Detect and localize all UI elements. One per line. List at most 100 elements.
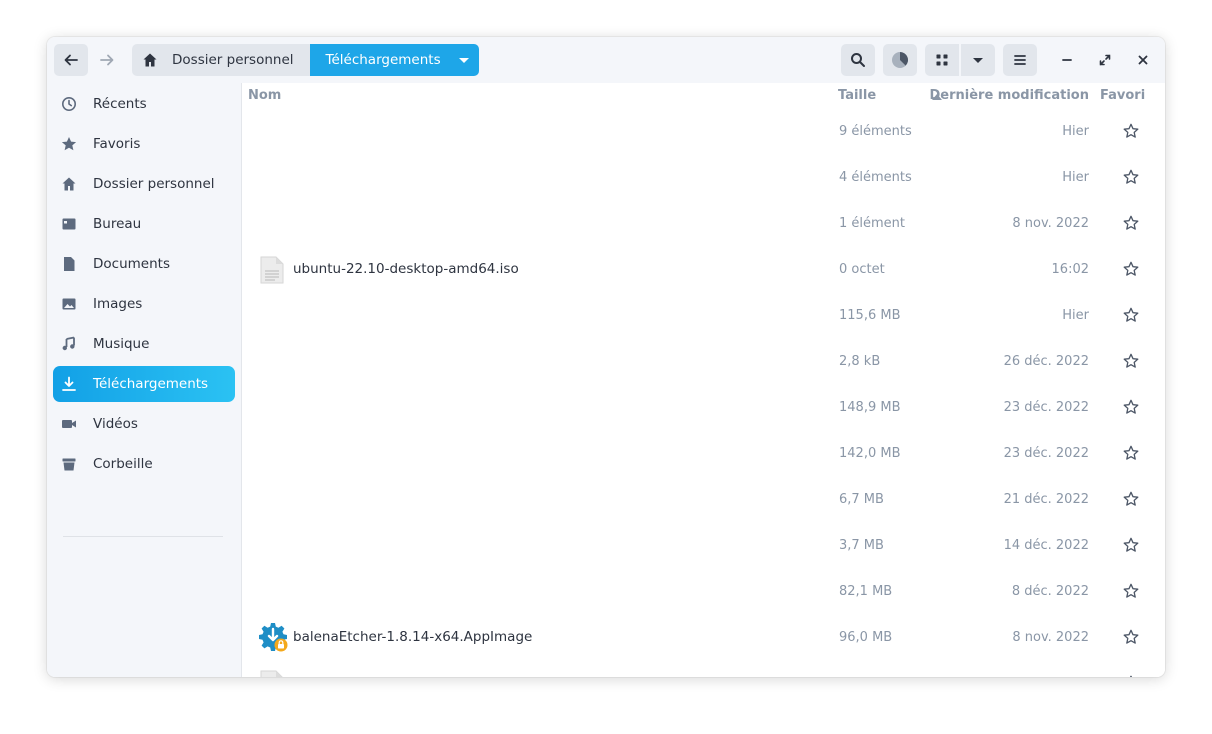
table-row[interactable] (242, 660, 1165, 677)
sidebar-item-documents[interactable]: Documents (53, 246, 235, 282)
file-modified: 8 nov. 2022 (1012, 629, 1089, 645)
file-modified: 23 déc. 2022 (1003, 445, 1089, 461)
table-row[interactable]: 3,7 MB 14 déc. 2022 (242, 522, 1165, 568)
star-icon[interactable] (1121, 614, 1141, 660)
file-size: 0 octet (839, 261, 885, 277)
breadcrumb-home[interactable]: Dossier personnel (132, 44, 310, 76)
file-size: 3,7 MB (839, 537, 884, 553)
close-icon (1138, 55, 1148, 65)
home-icon (61, 176, 77, 192)
table-row[interactable]: balenaEtcher-1.8.14-x64.AppImage 96,0 MB… (242, 614, 1165, 660)
file-size: 9 éléments (839, 123, 912, 139)
operations-button[interactable] (883, 44, 917, 76)
sidebar-item-images[interactable]: Images (53, 286, 235, 322)
minimize-icon (1062, 59, 1072, 61)
sidebar-item-downloads[interactable]: Téléchargements (53, 366, 235, 402)
column-header-favorite[interactable]: Favori (1100, 88, 1145, 103)
star-icon[interactable] (1121, 108, 1141, 154)
star-icon[interactable] (1121, 568, 1141, 614)
file-modified: 8 nov. 2022 (1012, 215, 1089, 231)
desktop-icon (61, 216, 77, 232)
file-modified: 14 déc. 2022 (1003, 537, 1089, 553)
star-icon[interactable] (1121, 384, 1141, 430)
minimize-button[interactable] (1050, 44, 1084, 76)
star-icon[interactable] (1121, 522, 1141, 568)
table-row[interactable]: 1 élément 8 nov. 2022 (242, 200, 1165, 246)
file-name: balenaEtcher-1.8.14-x64.AppImage (293, 629, 533, 645)
sidebar-item-home[interactable]: Dossier personnel (53, 166, 235, 202)
text-file-icon (260, 670, 283, 677)
table-row[interactable]: 6,7 MB 21 déc. 2022 (242, 476, 1165, 522)
sidebar-item-music[interactable]: Musique (53, 326, 235, 362)
menu-icon (1014, 55, 1026, 65)
grid-view-button[interactable] (925, 44, 959, 76)
table-row[interactable]: 9 éléments Hier (242, 108, 1165, 154)
file-modified: 21 déc. 2022 (1003, 491, 1089, 507)
file-size: 115,6 MB (839, 307, 901, 323)
sidebar-item-recents[interactable]: Récents (53, 86, 235, 122)
column-header-modified[interactable]: Dernière modification (929, 88, 1089, 103)
sidebar-item-label: Corbeille (93, 456, 153, 472)
breadcrumb-current[interactable]: Téléchargements (309, 44, 479, 76)
sidebar-item-label: Récents (93, 96, 147, 112)
sidebar-item-label: Téléchargements (93, 376, 209, 392)
arrow-left-icon (64, 54, 78, 66)
column-header-name[interactable]: Nom (248, 88, 281, 103)
forward-button[interactable] (90, 44, 124, 76)
file-modified: 16:02 (1051, 261, 1089, 277)
file-modified: 23 déc. 2022 (1003, 399, 1089, 415)
document-icon (61, 256, 77, 272)
table-row[interactable]: 82,1 MB 8 déc. 2022 (242, 568, 1165, 614)
sidebar-item-trash[interactable]: Corbeille (53, 446, 235, 482)
sidebar-item-videos[interactable]: Vidéos (53, 406, 235, 442)
star-icon (61, 136, 77, 152)
file-list: Nom Taille Dernière modification Favori … (242, 83, 1165, 677)
star-icon[interactable] (1121, 200, 1141, 246)
table-row[interactable]: 2,8 kB 26 déc. 2022 (242, 338, 1165, 384)
star-icon[interactable] (1121, 154, 1141, 200)
star-icon[interactable] (1121, 338, 1141, 384)
star-icon[interactable] (1121, 246, 1141, 292)
sidebar-item-favorites[interactable]: Favoris (53, 126, 235, 162)
back-button[interactable] (54, 44, 88, 76)
chevron-down-icon (973, 58, 983, 63)
breadcrumb-home-label: Dossier personnel (172, 52, 294, 68)
file-size: 142,0 MB (839, 445, 901, 461)
sidebar-item-label: Vidéos (93, 416, 138, 432)
view-options-button[interactable] (961, 44, 995, 76)
file-size: 2,8 kB (839, 353, 881, 369)
star-icon[interactable] (1121, 292, 1141, 338)
breadcrumb: Dossier personnel Téléchargements (132, 44, 479, 76)
star-icon[interactable] (1121, 660, 1141, 677)
maximize-icon (1099, 54, 1111, 66)
star-icon[interactable] (1121, 430, 1141, 476)
file-size: 1 élément (839, 215, 906, 231)
table-row[interactable]: 4 éléments Hier (242, 154, 1165, 200)
image-icon (61, 296, 77, 312)
search-icon (851, 53, 865, 67)
table-row[interactable]: 115,6 MB Hier (242, 292, 1165, 338)
main-menu-button[interactable] (1003, 44, 1037, 76)
video-icon (61, 416, 77, 432)
home-icon (143, 53, 157, 67)
close-button[interactable] (1126, 44, 1160, 76)
file-size: 82,1 MB (839, 583, 893, 599)
search-button[interactable] (841, 44, 875, 76)
table-row[interactable]: 142,0 MB 23 déc. 2022 (242, 430, 1165, 476)
column-header-size[interactable]: Taille (838, 88, 876, 103)
sidebar-separator (63, 536, 223, 537)
table-row[interactable]: 148,9 MB 23 déc. 2022 (242, 384, 1165, 430)
maximize-button[interactable] (1088, 44, 1122, 76)
grid-icon (936, 54, 948, 66)
table-row[interactable]: ubuntu-22.10-desktop-amd64.iso 0 octet 1… (242, 246, 1165, 292)
file-size: 4 éléments (839, 169, 912, 185)
music-icon (61, 336, 77, 352)
trash-icon (61, 456, 77, 472)
header-bar: Dossier personnel Téléchargements (47, 37, 1165, 83)
sidebar-item-label: Documents (93, 256, 170, 272)
file-modified: 8 déc. 2022 (1011, 583, 1089, 599)
star-icon[interactable] (1121, 476, 1141, 522)
sidebar-item-desktop[interactable]: Bureau (53, 206, 235, 242)
file-modified: Hier (1062, 169, 1089, 185)
chevron-down-icon (458, 57, 469, 63)
